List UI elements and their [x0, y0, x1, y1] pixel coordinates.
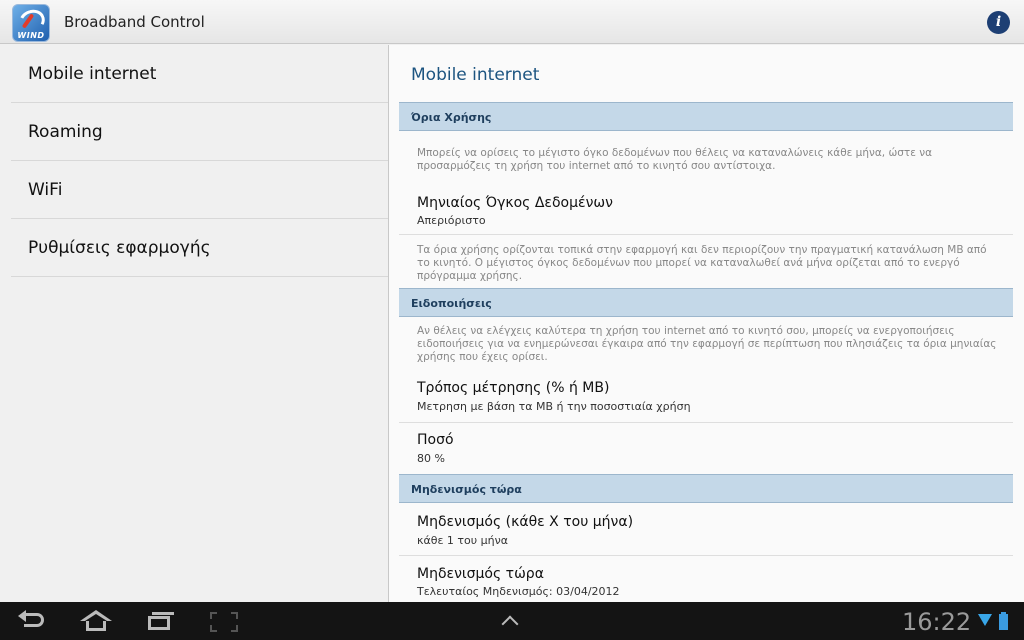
sidebar-item-label: Mobile internet: [28, 64, 157, 84]
corner: [231, 612, 238, 619]
section-header-label: Όρια Χρήσης: [411, 111, 492, 124]
pref-title: Μηδενισμός τώρα: [417, 566, 544, 582]
section-header-reset: Μηδενισμός τώρα: [399, 474, 1013, 503]
sidebar-item-mobile-internet[interactable]: Mobile internet: [11, 45, 388, 103]
section-description: Μπορείς να ορίσεις το μέγιστο όγκο δεδομ…: [417, 147, 933, 172]
sidebar-item-roaming[interactable]: Roaming: [11, 103, 388, 161]
back-icon[interactable]: [18, 610, 46, 630]
pref-summary: Τελευταίος Μηδενισμός: 03/04/2012: [417, 585, 620, 598]
app-icon-text: WIND: [17, 31, 45, 40]
screenshot-icon[interactable]: [210, 612, 238, 632]
wind-app-icon[interactable]: WIND: [12, 4, 50, 42]
corner: [210, 625, 217, 632]
chevron-up-icon[interactable]: [500, 615, 522, 633]
section-header-label: Ειδοποιήσεις: [411, 297, 492, 310]
back-arrowhead: [18, 610, 26, 622]
section-header-label: Μηδενισμός τώρα: [411, 483, 522, 496]
recent-back: [152, 612, 174, 615]
page-title: Mobile internet: [411, 65, 540, 85]
back-arc: [24, 613, 44, 627]
sidebar-item-label: Roaming: [28, 122, 103, 142]
info-icon[interactable]: i: [987, 11, 1010, 34]
home-base: [86, 621, 106, 631]
home-roof-inner: [85, 614, 107, 621]
wifi-signal-icon[interactable]: [978, 614, 992, 628]
app-title: Broadband Control: [64, 13, 205, 31]
section-header-notifications: Ειδοποιήσεις: [399, 288, 1013, 317]
section-footer-note: Τα όρια χρήσης ορίζονται τοπικά στην εφα…: [417, 244, 987, 282]
sidebar-item-wifi[interactable]: WiFi: [11, 161, 388, 219]
pref-title: Μηδενισμός (κάθε Χ του μήνα): [417, 514, 634, 530]
sidebar-item-app-settings[interactable]: Ρυθμίσεις εφαρμογής: [11, 219, 388, 277]
pref-summary: κάθε 1 του μήνα: [417, 534, 508, 547]
settings-pane: Mobile internet Όρια Χρήσης Μπορείς να ο…: [389, 45, 1024, 602]
home-icon[interactable]: [80, 610, 112, 632]
pref-title: Τρόπος μέτρησης (% ή MB): [417, 380, 610, 396]
recent-apps-icon[interactable]: [148, 612, 174, 632]
pref-summary: 80 %: [417, 452, 445, 465]
system-bar: 16:22: [0, 602, 1024, 640]
corner: [210, 612, 217, 619]
section-description: Αν θέλεις να ελέγχεις καλύτερα τη χρήση …: [417, 325, 997, 363]
action-bar: WIND Broadband Control i: [0, 0, 1024, 44]
row-divider: [399, 555, 1013, 556]
recent-front: [148, 616, 170, 630]
chevron-shape: [501, 615, 519, 633]
pref-title: Μηνιαίος Όγκος Δεδομένων: [417, 195, 613, 211]
status-clock[interactable]: 16:22: [902, 608, 971, 636]
section-header-usage-limits: Όρια Χρήσης: [399, 102, 1013, 131]
pref-summary: Μετρηση με βάση τα MB ή την ποσοστιαία χ…: [417, 400, 691, 413]
sidebar-item-label: Ρυθμίσεις εφαρμογής: [28, 238, 211, 258]
pref-title: Ποσό: [417, 432, 454, 448]
corner: [231, 625, 238, 632]
battery-body: [999, 614, 1008, 630]
sidebar: Mobile internet Roaming WiFi Ρυθμίσεις ε…: [0, 45, 388, 602]
row-divider: [399, 422, 1013, 423]
battery-icon[interactable]: [999, 612, 1008, 630]
pref-summary: Απεριόριστο: [417, 214, 486, 227]
sidebar-item-label: WiFi: [28, 180, 63, 200]
row-divider: [399, 234, 1013, 235]
wifi-shape: [978, 614, 992, 626]
